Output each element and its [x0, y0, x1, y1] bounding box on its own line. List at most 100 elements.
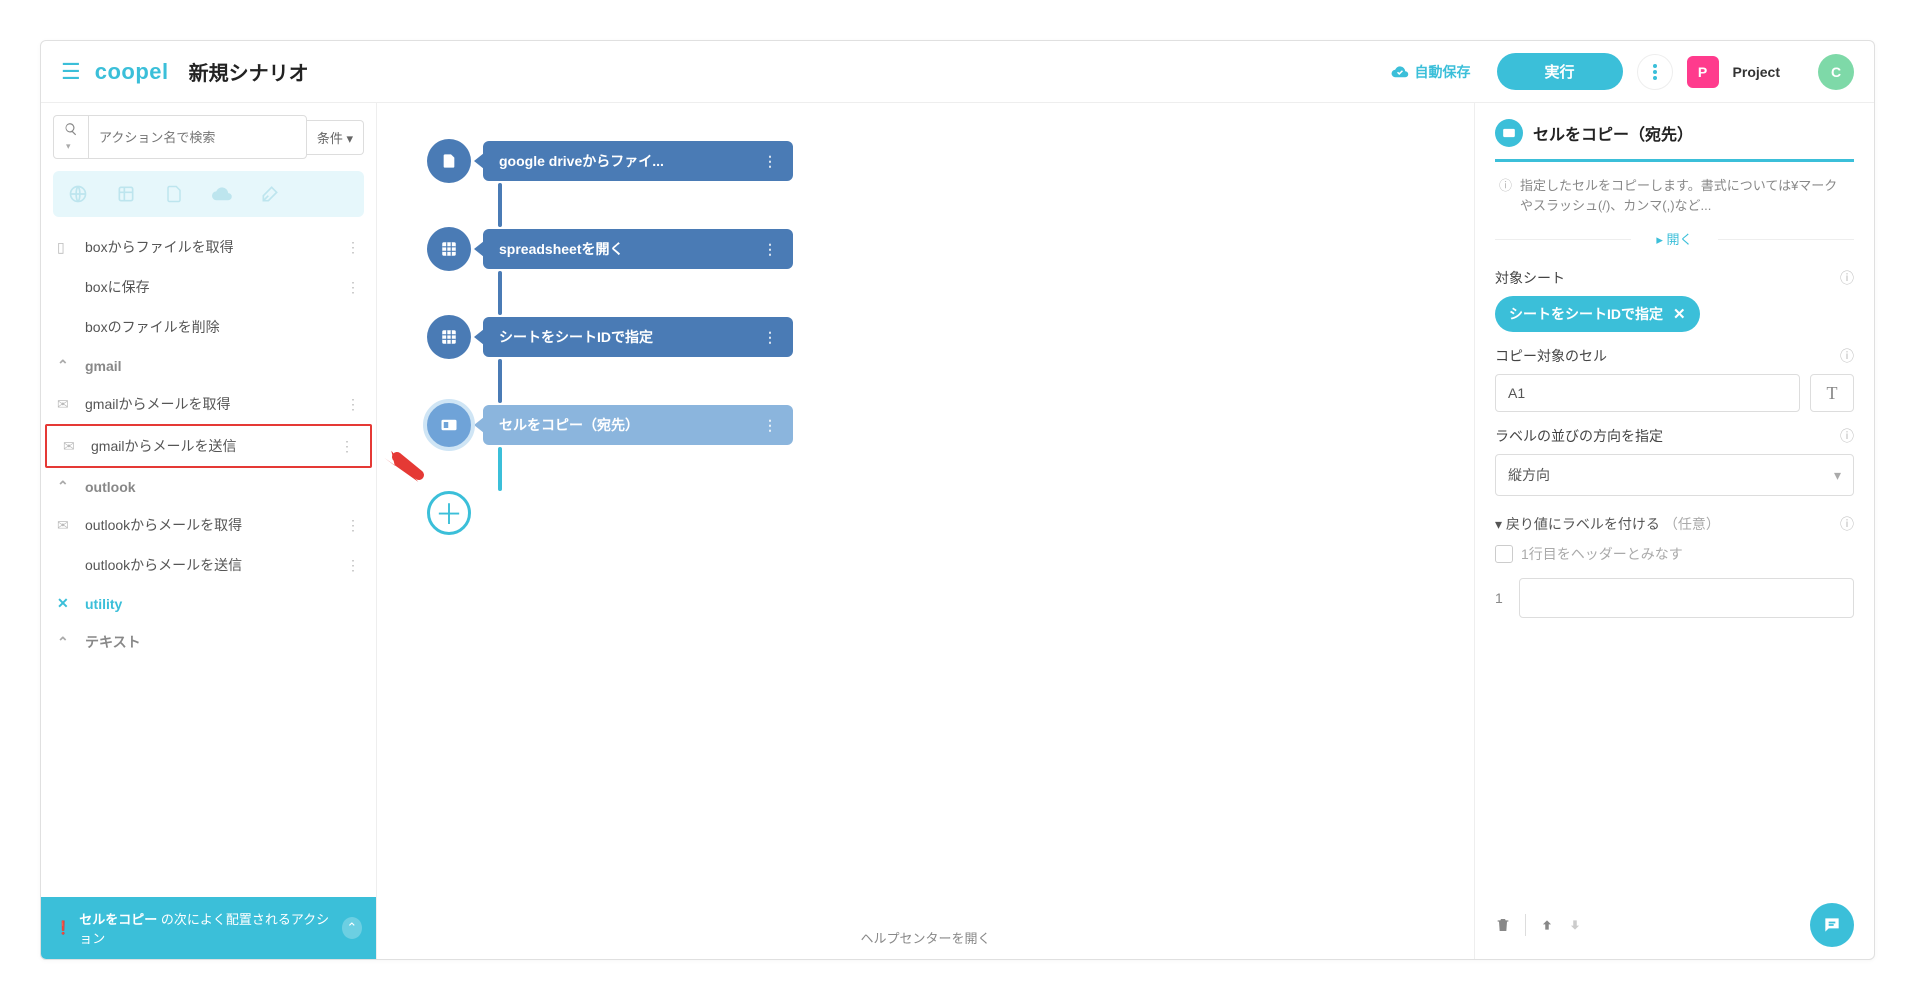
select-value: 縦方向 [1508, 465, 1550, 485]
run-button[interactable]: 実行 [1497, 53, 1623, 90]
action-label: boxのファイルを削除 [85, 317, 220, 337]
more-icon[interactable]: ⋮ [346, 239, 360, 256]
flow-node[interactable]: シートをシートIDで指定⋮ [427, 315, 471, 359]
info-icon[interactable]: ⓘ [1840, 514, 1854, 534]
action-group-utility[interactable]: ✕ utility [41, 585, 376, 622]
cloud-icon[interactable] [207, 179, 237, 209]
panel-description: 指定したセルをコピーします。書式については¥マークやスラッシュ(/)、カンマ(,… [1520, 176, 1850, 215]
help-icon: ⓘ [1499, 176, 1512, 215]
close-icon[interactable]: ✕ [1673, 305, 1686, 323]
globe-icon[interactable] [63, 179, 93, 209]
more-icon[interactable]: ⋮ [346, 396, 360, 413]
info-icon: ❗ [55, 920, 71, 936]
more-icon[interactable]: ⋮ [747, 153, 777, 170]
move-up-button[interactable] [1540, 917, 1554, 933]
action-label: outlook [85, 479, 136, 495]
optional-label: （任意） [1664, 514, 1720, 534]
action-item-outlook-send[interactable]: outlookからメールを送信⋮ [41, 545, 376, 585]
panel-title: セルをコピー（宛先） [1533, 121, 1693, 145]
action-item-box-save[interactable]: boxに保存⋮ [41, 267, 376, 307]
info-icon[interactable]: ⓘ [1840, 426, 1854, 446]
flow-node-box[interactable]: spreadsheetを開く⋮ [483, 229, 793, 269]
action-item-box-get[interactable]: ▯boxからファイルを取得⋮ [41, 227, 376, 267]
canvas[interactable]: google driveからファイ...⋮ spreadsheetを開く⋮ シー… [377, 103, 1474, 959]
action-item-outlook-get[interactable]: ✉outlookからメールを取得⋮ [41, 505, 376, 545]
more-icon[interactable]: ⋮ [747, 241, 777, 258]
chevron-up-icon: ⌃ [57, 478, 77, 495]
flow-node-box[interactable]: セルをコピー（宛先） ⋮ [483, 405, 793, 445]
label-input[interactable] [1519, 578, 1854, 618]
flow-node[interactable]: spreadsheetを開く⋮ [427, 227, 471, 271]
more-icon[interactable]: ⋮ [747, 417, 777, 434]
properties-panel: セルをコピー（宛先） ⓘ 指定したセルをコピーします。書式については¥マークやス… [1474, 103, 1874, 959]
cloud-icon [1391, 65, 1409, 79]
action-item-gmail-send[interactable]: ✉ gmailからメールを送信 ⋮ [45, 424, 372, 468]
delete-button[interactable] [1495, 916, 1511, 934]
more-menu-button[interactable] [1637, 54, 1673, 90]
cell-icon [423, 399, 475, 451]
checkbox-label: 1行目をヘッダーとみなす [1521, 544, 1683, 564]
field-label: 戻り値にラベルを付ける [1506, 514, 1660, 534]
flow-node-box[interactable]: google driveからファイ...⋮ [483, 141, 793, 181]
sheet-icon [427, 227, 471, 271]
action-label: gmailからメールを送信 [91, 436, 236, 456]
action-label: boxからファイルを取得 [85, 237, 234, 257]
more-icon[interactable]: ⋮ [340, 438, 354, 455]
sheet-icon [427, 315, 471, 359]
suggestion-bar[interactable]: ❗ セルをコピー の次によく配置されるアクション ⌃ [41, 897, 376, 959]
search-input[interactable] [89, 123, 306, 152]
checkbox[interactable] [1495, 545, 1513, 563]
more-icon[interactable]: ⋮ [747, 329, 777, 346]
sheet-icon[interactable] [111, 179, 141, 209]
action-list: ▯boxからファイルを取得⋮ boxに保存⋮ boxのファイルを削除 ⌃gmai… [41, 227, 376, 897]
expand-link[interactable]: ▸ 開く [1495, 223, 1854, 254]
action-item-box-delete[interactable]: boxのファイルを削除 [41, 307, 376, 347]
flow-node-selected[interactable]: セルをコピー（宛先）⋮ [427, 403, 471, 447]
chevron-up-icon[interactable]: ⌃ [342, 917, 362, 939]
autosave-indicator: 自動保存 [1379, 56, 1483, 88]
action-group-gmail[interactable]: ⌃gmail [41, 347, 376, 384]
add-node-button[interactable]: ＋ [427, 491, 471, 535]
tools-icon[interactable] [255, 179, 285, 209]
flow-node[interactable]: google driveからファイ...⋮ [427, 139, 471, 183]
project-label: Project [1733, 64, 1780, 80]
action-label: utility [85, 596, 122, 612]
text-mode-button[interactable]: T [1810, 374, 1854, 412]
row-number: 1 [1495, 590, 1509, 606]
scenario-title: 新規シナリオ [189, 57, 309, 86]
menu-button[interactable]: ☰ [61, 59, 81, 85]
search-icon[interactable]: ▾ [54, 116, 89, 158]
cell-input[interactable] [1495, 374, 1800, 412]
chat-button[interactable] [1810, 903, 1854, 947]
more-icon[interactable]: ⋮ [346, 279, 360, 296]
avatar[interactable]: C [1818, 54, 1854, 90]
suggestion-text: セルをコピー の次によく配置されるアクション [79, 909, 334, 947]
action-item-gmail-get[interactable]: ✉gmailからメールを取得⋮ [41, 384, 376, 424]
help-link[interactable]: ヘルプセンターを開く [860, 928, 990, 947]
project-badge[interactable]: P [1687, 56, 1719, 88]
file-icon[interactable] [159, 179, 189, 209]
caret-down-icon[interactable]: ▾ [1495, 516, 1502, 533]
sheet-chip[interactable]: シートをシートIDで指定 ✕ [1495, 296, 1700, 332]
mail-icon: ✉ [63, 438, 83, 455]
direction-select[interactable]: 縦方向▾ [1495, 454, 1854, 496]
logo: coopel [95, 59, 169, 85]
info-icon[interactable]: ⓘ [1840, 346, 1854, 366]
flow-node-box[interactable]: シートをシートIDで指定⋮ [483, 317, 793, 357]
action-group-text[interactable]: ⌃テキスト [41, 622, 376, 662]
flow-node-label: セルをコピー（宛先） [499, 415, 639, 435]
action-group-outlook[interactable]: ⌃ outlook [41, 468, 376, 505]
sidebar: ▾ 条件 ▾ ▯boxからファイルを取得⋮ boxに保存⋮ boxのファイルを削… [41, 103, 377, 959]
header-checkbox-row[interactable]: 1行目をヘッダーとみなす [1495, 544, 1854, 564]
search-box: ▾ [53, 115, 307, 159]
tools-icon: ✕ [57, 595, 77, 612]
more-icon[interactable]: ⋮ [346, 557, 360, 574]
conditions-button[interactable]: 条件 ▾ [307, 120, 364, 155]
mail-icon: ✉ [57, 517, 77, 534]
move-down-button[interactable] [1568, 917, 1582, 933]
cell-icon [1495, 119, 1523, 147]
header: ☰ coopel 新規シナリオ 自動保存 実行 P Project C [41, 41, 1874, 103]
chip-label: シートをシートIDで指定 [1509, 304, 1663, 324]
more-icon[interactable]: ⋮ [346, 517, 360, 534]
info-icon[interactable]: ⓘ [1840, 268, 1854, 288]
